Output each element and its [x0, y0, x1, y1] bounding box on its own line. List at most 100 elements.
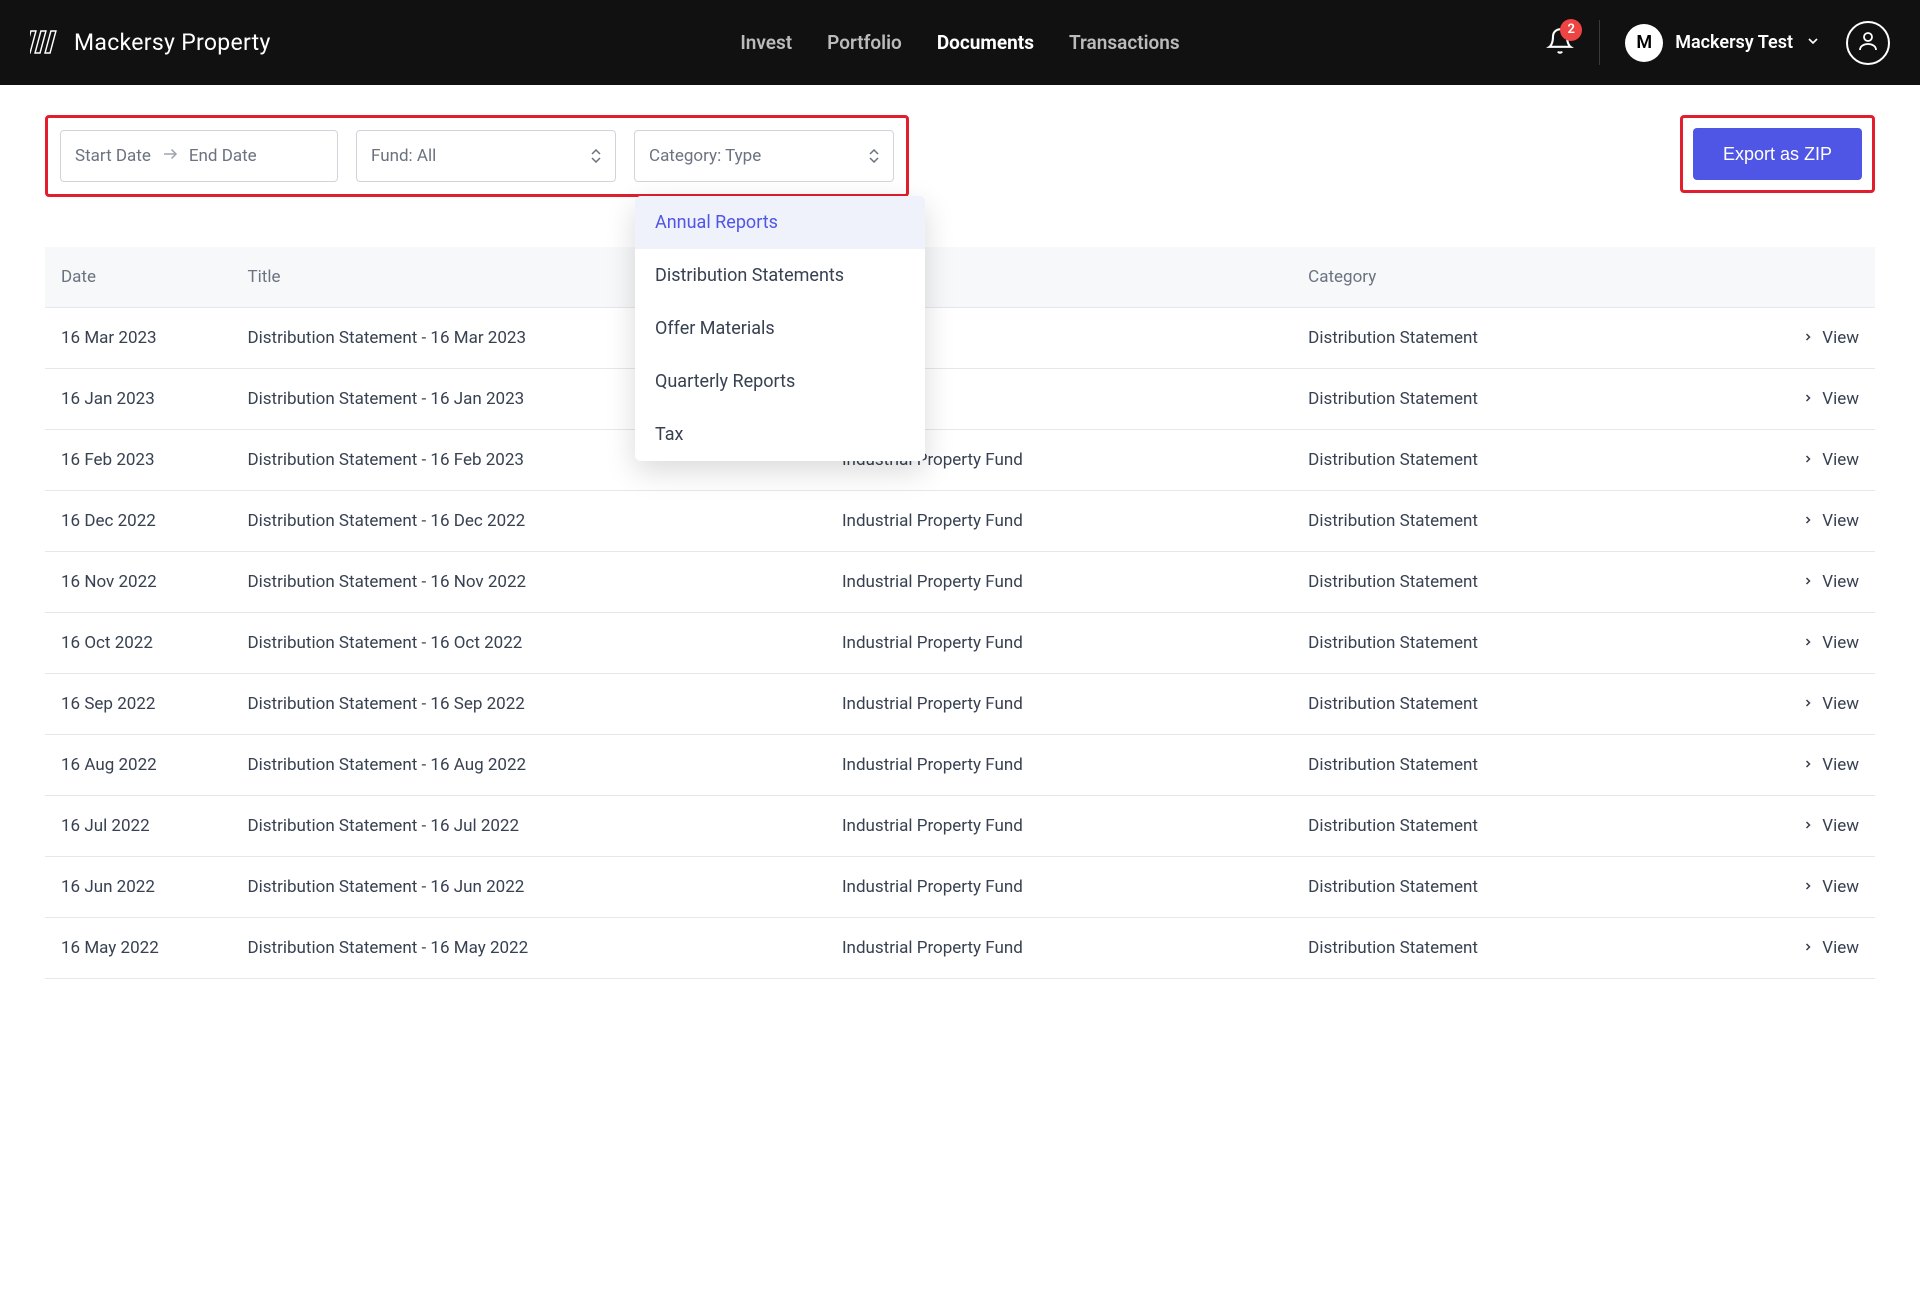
- cell-date: 16 Feb 2023: [45, 430, 231, 491]
- category-option-offer-materials[interactable]: Offer Materials: [635, 302, 925, 355]
- table-row: 16 Dec 2022Distribution Statement - 16 D…: [45, 491, 1875, 552]
- table-row: 16 Sep 2022Distribution Statement - 16 S…: [45, 674, 1875, 735]
- cell-title: Distribution Statement - 16 Nov 2022: [231, 552, 825, 613]
- view-label: View: [1822, 328, 1859, 348]
- cell-title: Distribution Statement - 16 Jun 2022: [231, 857, 825, 918]
- brand-name: Mackersy Property: [74, 29, 271, 56]
- view-button[interactable]: View: [1802, 389, 1859, 409]
- date-range-picker[interactable]: Start Date End Date: [60, 130, 338, 182]
- cell-title: Distribution Statement - 16 Dec 2022: [231, 491, 825, 552]
- cell-title: Distribution Statement - 16 Jul 2022: [231, 796, 825, 857]
- cell-title: Distribution Statement - 16 Aug 2022: [231, 735, 825, 796]
- chevron-right-icon: [1802, 450, 1814, 470]
- main-nav: Invest Portfolio Documents Transactions: [740, 31, 1179, 54]
- header-right: 2 M Mackersy Test: [1546, 20, 1890, 65]
- column-header-category: Category: [1292, 247, 1735, 308]
- chevron-right-icon: [1802, 389, 1814, 409]
- view-button[interactable]: View: [1802, 328, 1859, 348]
- chevron-right-icon: [1802, 694, 1814, 714]
- table-header-row: Date Title Category: [45, 247, 1875, 308]
- cell-title: Distribution Statement - 16 May 2022: [231, 918, 825, 979]
- table-row: 16 Aug 2022Distribution Statement - 16 A…: [45, 735, 1875, 796]
- nav-transactions[interactable]: Transactions: [1069, 31, 1180, 54]
- avatar: M: [1625, 24, 1663, 62]
- notifications-button[interactable]: 2: [1546, 27, 1574, 59]
- view-label: View: [1822, 877, 1859, 897]
- nav-portfolio[interactable]: Portfolio: [827, 31, 902, 54]
- chevron-right-icon: [1802, 755, 1814, 775]
- view-label: View: [1822, 511, 1859, 531]
- cell-fund: Industrial Property Fund: [826, 674, 1292, 735]
- table-row: 16 May 2022Distribution Statement - 16 M…: [45, 918, 1875, 979]
- cell-category: Distribution Statement: [1292, 857, 1735, 918]
- category-option-annual-reports[interactable]: Annual Reports: [635, 196, 925, 249]
- cell-date: 16 Oct 2022: [45, 613, 231, 674]
- view-button[interactable]: View: [1802, 938, 1859, 958]
- category-option-tax[interactable]: Tax: [635, 408, 925, 461]
- chevron-right-icon: [1802, 328, 1814, 348]
- chevron-right-icon: [1802, 877, 1814, 897]
- cell-fund: Industrial Property Fund: [826, 613, 1292, 674]
- cell-action: View: [1735, 613, 1875, 674]
- view-button[interactable]: View: [1802, 877, 1859, 897]
- view-label: View: [1822, 694, 1859, 714]
- bell-icon: [1546, 40, 1574, 59]
- cell-action: View: [1735, 735, 1875, 796]
- logo-area[interactable]: Mackersy Property: [30, 27, 271, 59]
- view-button[interactable]: View: [1802, 450, 1859, 470]
- view-button[interactable]: View: [1802, 694, 1859, 714]
- view-button[interactable]: View: [1802, 755, 1859, 775]
- view-label: View: [1822, 633, 1859, 653]
- view-label: View: [1822, 816, 1859, 836]
- table-row: 16 Oct 2022Distribution Statement - 16 O…: [45, 613, 1875, 674]
- cell-category: Distribution Statement: [1292, 613, 1735, 674]
- cell-category: Distribution Statement: [1292, 552, 1735, 613]
- cell-fund: Industrial Property Fund: [826, 918, 1292, 979]
- category-option-distribution-statements[interactable]: Distribution Statements: [635, 249, 925, 302]
- table-row: 16 Feb 2023Distribution Statement - 16 F…: [45, 430, 1875, 491]
- sort-arrows-icon: [591, 149, 601, 163]
- cell-action: View: [1735, 674, 1875, 735]
- column-header-date: Date: [45, 247, 231, 308]
- end-date-placeholder: End Date: [189, 146, 257, 166]
- header-divider: [1599, 20, 1600, 65]
- user-menu[interactable]: M Mackersy Test: [1625, 24, 1821, 62]
- cell-fund: Industrial Property Fund: [826, 552, 1292, 613]
- person-icon: [1856, 29, 1880, 57]
- cell-action: View: [1735, 369, 1875, 430]
- view-button[interactable]: View: [1802, 816, 1859, 836]
- table-row: 16 Jun 2022Distribution Statement - 16 J…: [45, 857, 1875, 918]
- cell-category: Distribution Statement: [1292, 796, 1735, 857]
- fund-select[interactable]: Fund: All: [356, 130, 616, 182]
- category-option-quarterly-reports[interactable]: Quarterly Reports: [635, 355, 925, 408]
- arrow-right-icon: [161, 145, 179, 168]
- table-row: 16 Nov 2022Distribution Statement - 16 N…: [45, 552, 1875, 613]
- nav-invest[interactable]: Invest: [740, 31, 792, 54]
- cell-date: 16 Mar 2023: [45, 308, 231, 369]
- chevron-right-icon: [1802, 572, 1814, 592]
- cell-action: View: [1735, 796, 1875, 857]
- profile-button[interactable]: [1846, 21, 1890, 65]
- cell-category: Distribution Statement: [1292, 735, 1735, 796]
- column-header-action: [1735, 247, 1875, 308]
- cell-category: Distribution Statement: [1292, 918, 1735, 979]
- view-label: View: [1822, 938, 1859, 958]
- view-button[interactable]: View: [1802, 511, 1859, 531]
- view-label: View: [1822, 450, 1859, 470]
- table-row: 16 Jan 2023Distribution Statement - 16 J…: [45, 369, 1875, 430]
- cell-date: 16 Nov 2022: [45, 552, 231, 613]
- cell-action: View: [1735, 552, 1875, 613]
- view-button[interactable]: View: [1802, 633, 1859, 653]
- view-label: View: [1822, 389, 1859, 409]
- cell-date: 16 Aug 2022: [45, 735, 231, 796]
- category-select[interactable]: Category: Type Annual Reports Distributi…: [634, 130, 894, 182]
- category-dropdown: Annual Reports Distribution Statements O…: [635, 196, 925, 461]
- export-zip-button[interactable]: Export as ZIP: [1693, 128, 1862, 180]
- category-select-label: Category: Type: [649, 146, 761, 166]
- table-row: 16 Mar 2023Distribution Statement - 16 M…: [45, 308, 1875, 369]
- start-date-placeholder: Start Date: [75, 146, 151, 166]
- nav-documents[interactable]: Documents: [937, 31, 1034, 54]
- view-button[interactable]: View: [1802, 572, 1859, 592]
- cell-date: 16 May 2022: [45, 918, 231, 979]
- app-header: Mackersy Property Invest Portfolio Docum…: [0, 0, 1920, 85]
